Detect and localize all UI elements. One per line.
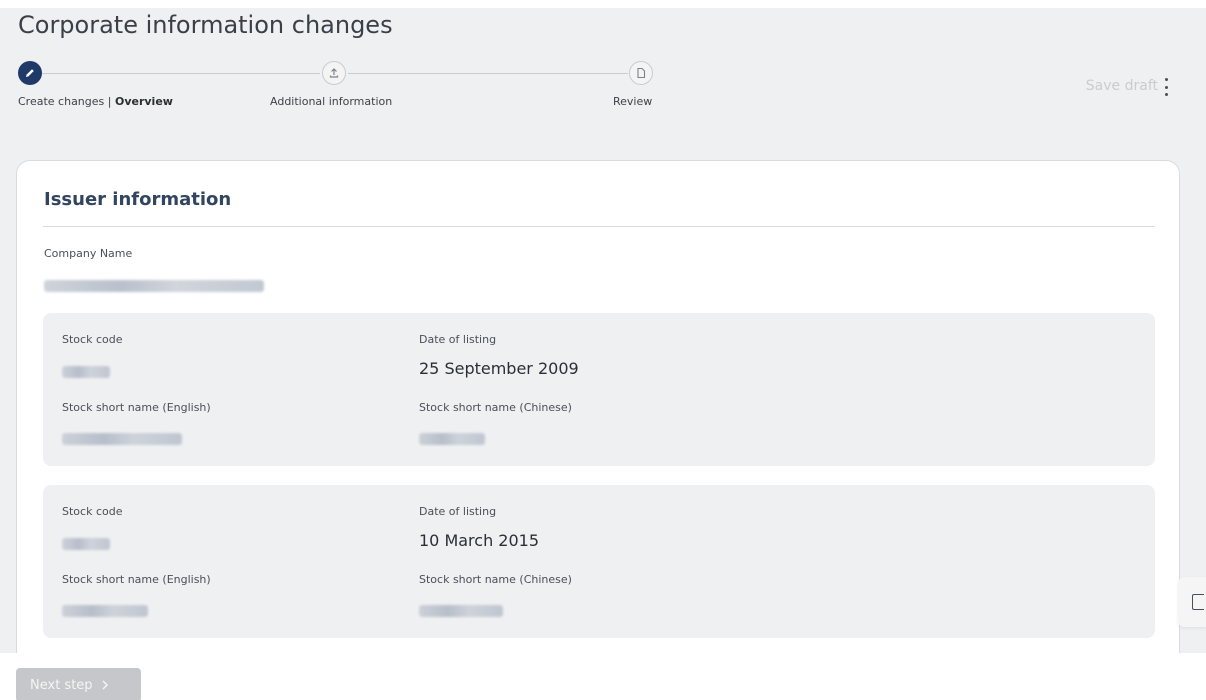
save-draft-button[interactable]: Save draft <box>1086 78 1158 94</box>
stock-info-box: Stock code Date of listing 10 March 2015… <box>43 485 1155 638</box>
stock-short-name-english-label: Stock short name (English) <box>62 401 211 414</box>
stock-short-name-english-redacted <box>62 433 182 445</box>
page-title: Corporate information changes <box>18 11 393 39</box>
date-of-listing-label: Date of listing <box>419 505 497 518</box>
side-panel-toggle[interactable] <box>1178 577 1206 627</box>
step-1-label-prefix: Create changes | <box>18 95 115 108</box>
date-of-listing-value: 25 September 2009 <box>419 359 579 378</box>
progress-stepper: Create changes | Overview Additional inf… <box>0 60 700 112</box>
pencil-icon <box>26 69 34 77</box>
step-1-label[interactable]: Create changes | Overview <box>18 95 173 108</box>
step-1-indicator[interactable] <box>18 61 42 85</box>
stock-short-name-english-redacted <box>62 605 148 617</box>
stock-short-name-english-label: Stock short name (English) <box>62 573 211 586</box>
stock-code-value-redacted <box>62 538 110 550</box>
next-step-label: Next step <box>30 677 93 693</box>
section-divider <box>43 226 1155 227</box>
stock-short-name-chinese-redacted <box>419 433 485 445</box>
step-3-indicator[interactable] <box>629 61 653 85</box>
step-2-indicator[interactable] <box>322 61 346 85</box>
company-name-value-redacted <box>44 280 264 292</box>
step-2-label[interactable]: Additional information <box>270 95 392 108</box>
next-step-button[interactable]: Next step <box>16 668 141 700</box>
stock-code-label: Stock code <box>62 505 123 518</box>
page: Corporate information changes Create cha… <box>0 0 1206 700</box>
stock-code-value-redacted <box>62 366 110 378</box>
stock-info-box: Stock code Date of listing 25 September … <box>43 313 1155 466</box>
document-panel-icon <box>1192 594 1204 610</box>
content-scroll-area[interactable]: Issuer information Company Name Stock co… <box>0 135 1206 653</box>
stock-short-name-chinese-redacted <box>419 605 503 617</box>
company-name-label: Company Name <box>44 247 133 260</box>
step-3-label[interactable]: Review <box>613 95 652 108</box>
date-of-listing-label: Date of listing <box>419 333 497 346</box>
section-title: Issuer information <box>44 189 232 210</box>
step-connector <box>348 73 628 74</box>
more-vertical-icon[interactable] <box>1162 78 1170 96</box>
stock-short-name-chinese-label: Stock short name (Chinese) <box>419 573 572 586</box>
chevron-right-icon <box>102 680 108 690</box>
date-of-listing-value: 10 March 2015 <box>419 531 540 550</box>
stock-short-name-chinese-label: Stock short name (Chinese) <box>419 401 572 414</box>
issuer-information-card: Issuer information Company Name Stock co… <box>16 160 1180 653</box>
document-icon <box>637 67 646 79</box>
step-connector <box>42 73 320 74</box>
step-1-label-bold: Overview <box>114 95 173 108</box>
page-header: Corporate information changes Create cha… <box>0 8 1206 135</box>
upload-icon <box>329 68 339 78</box>
stock-code-label: Stock code <box>62 333 123 346</box>
